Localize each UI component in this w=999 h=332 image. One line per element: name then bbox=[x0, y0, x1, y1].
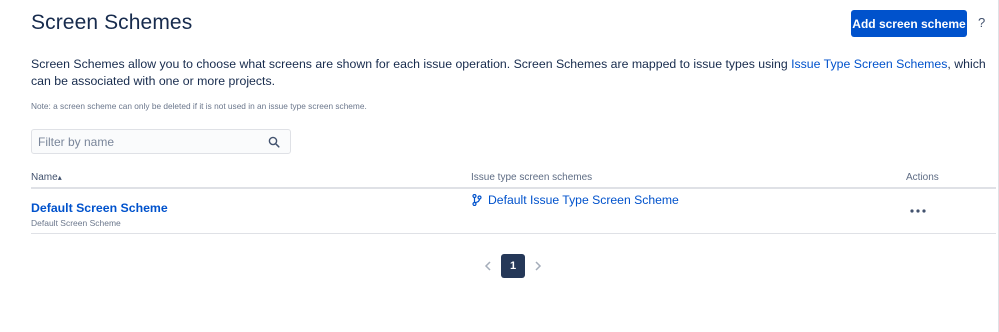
add-screen-scheme-button[interactable]: Add screen scheme bbox=[851, 10, 967, 37]
filter-input[interactable] bbox=[32, 134, 262, 149]
chevron-left-icon bbox=[484, 261, 491, 271]
page-button-current[interactable]: 1 bbox=[501, 254, 525, 278]
sort-ascending-icon: ▴ bbox=[57, 173, 62, 182]
previous-page-button[interactable] bbox=[478, 256, 498, 276]
column-header-issue-type-screen-schemes: Issue type screen schemes bbox=[471, 172, 593, 183]
issue-type-screen-schemes-link[interactable]: Issue Type Screen Schemes bbox=[791, 57, 947, 71]
column-header-name[interactable]: Name▴ bbox=[31, 172, 62, 183]
more-icon bbox=[910, 209, 926, 213]
issue-type-screen-scheme-link[interactable]: Default Issue Type Screen Scheme bbox=[472, 193, 679, 207]
table-row-divider bbox=[31, 233, 996, 234]
branch-icon bbox=[472, 194, 482, 206]
column-header-actions: Actions bbox=[906, 172, 939, 183]
more-actions-button[interactable] bbox=[906, 202, 930, 220]
page-description: Screen Schemes allow you to choose what … bbox=[31, 56, 986, 90]
next-page-button[interactable] bbox=[528, 256, 548, 276]
column-header-name-label: Name bbox=[31, 172, 58, 183]
help-icon[interactable]: ? bbox=[978, 15, 985, 30]
table-header-divider bbox=[31, 187, 996, 189]
delete-note: Note: a screen scheme can only be delete… bbox=[31, 101, 367, 111]
search-icon[interactable] bbox=[262, 130, 286, 154]
screen-schemes-page: Screen Schemes Add screen scheme ? Scree… bbox=[0, 0, 999, 332]
filter-by-name-field[interactable] bbox=[31, 129, 291, 154]
chevron-right-icon bbox=[535, 261, 542, 271]
issue-type-screen-scheme-label: Default Issue Type Screen Scheme bbox=[488, 193, 679, 207]
screen-scheme-description: Default Screen Scheme bbox=[31, 218, 121, 228]
description-text-start: Screen Schemes allow you to choose what … bbox=[31, 57, 792, 71]
screen-scheme-name-link[interactable]: Default Screen Scheme bbox=[31, 201, 168, 215]
page-title: Screen Schemes bbox=[31, 11, 193, 34]
